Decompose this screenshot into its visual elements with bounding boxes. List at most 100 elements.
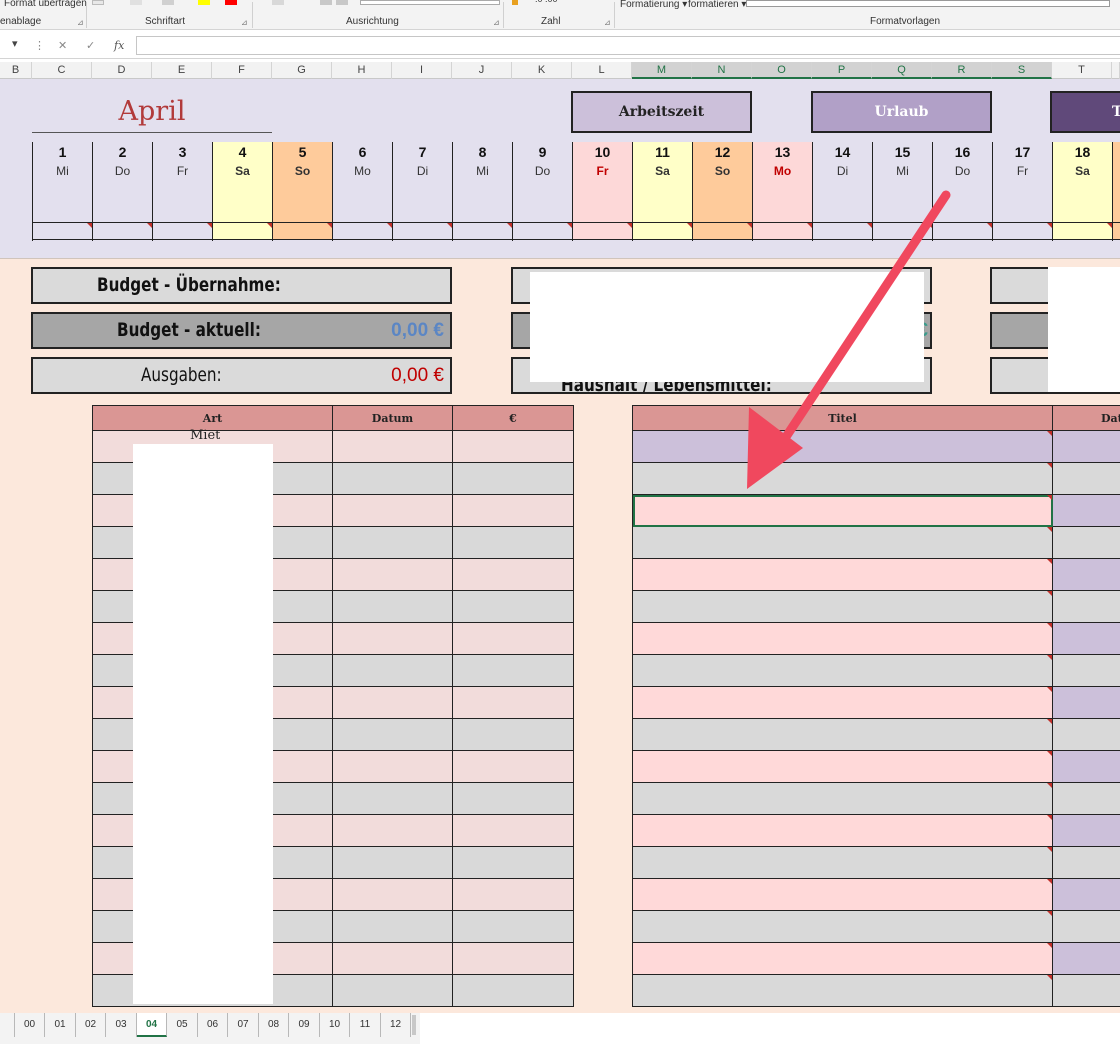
column-header[interactable]: J (452, 62, 512, 79)
name-box-dropdown-icon[interactable]: ▾ (12, 37, 18, 50)
day-column[interactable]: 4 Sa (212, 142, 272, 241)
day-entry-cell[interactable] (813, 223, 872, 240)
day-column[interactable]: 14 Di (812, 142, 872, 241)
day-entry-cell[interactable] (993, 223, 1052, 240)
day-column[interactable]: 15 Mi (872, 142, 932, 241)
amount-cell[interactable] (452, 974, 574, 1007)
day-entry-cell[interactable] (693, 223, 752, 240)
day-column[interactable]: 3 Fr (152, 142, 212, 241)
day-column[interactable]: 9 Do (512, 142, 572, 241)
legend-urlaub[interactable]: Urlaub (811, 91, 992, 133)
decimal-icon[interactable]: .0 .00 (535, 0, 558, 4)
title-cell[interactable] (632, 430, 1053, 463)
conditional-formatting-button[interactable]: Formatierung ▾ (620, 0, 687, 10)
column-header[interactable]: T (1052, 62, 1112, 79)
font-box[interactable] (92, 0, 104, 5)
date-cell[interactable] (1052, 462, 1120, 495)
day-entry-cell[interactable] (273, 223, 332, 240)
first-row-art[interactable]: Miet (190, 428, 220, 444)
day-entry-cell[interactable] (753, 223, 812, 240)
date-cell[interactable] (1052, 878, 1120, 911)
amount-cell[interactable] (452, 622, 574, 655)
column-header[interactable]: Q (872, 62, 932, 79)
launcher-icon[interactable]: ⊿ (604, 18, 611, 27)
date-cell[interactable] (332, 462, 453, 495)
date-cell[interactable] (332, 974, 453, 1007)
date-cell[interactable] (1052, 718, 1120, 751)
date-cell[interactable] (332, 750, 453, 783)
day-column[interactable]: 5 So (272, 142, 332, 241)
date-cell[interactable] (332, 718, 453, 751)
column-header[interactable]: G (272, 62, 332, 79)
day-column[interactable] (1112, 142, 1120, 241)
sheet-tab[interactable]: 08 (259, 1013, 289, 1037)
column-header[interactable]: I (392, 62, 452, 79)
launcher-icon[interactable]: ⊿ (77, 18, 84, 27)
title-cell[interactable] (632, 622, 1053, 655)
date-cell[interactable] (1052, 558, 1120, 591)
amount-cell[interactable] (452, 782, 574, 815)
day-entry-cell[interactable] (573, 223, 632, 240)
title-cell[interactable] (632, 782, 1053, 815)
column-header[interactable]: K (512, 62, 572, 79)
date-cell[interactable] (332, 590, 453, 623)
amount-cell[interactable] (452, 526, 574, 559)
date-cell[interactable] (1052, 814, 1120, 847)
date-cell[interactable] (332, 526, 453, 559)
column-header[interactable] (1112, 62, 1120, 79)
amount-cell[interactable] (452, 462, 574, 495)
amount-cell[interactable] (452, 814, 574, 847)
expenses-box[interactable]: Ausgaben: 0,00 € (31, 357, 452, 394)
date-cell[interactable] (332, 654, 453, 687)
day-column[interactable]: 18 Sa (1052, 142, 1112, 241)
title-cell[interactable] (632, 590, 1053, 623)
amount-cell[interactable] (452, 430, 574, 463)
cancel-icon[interactable]: ✕ (58, 39, 67, 52)
budget-current-box[interactable]: Budget - aktuell: 0,00 € (31, 312, 452, 349)
sheet-tab[interactable]: 01 (46, 1013, 76, 1037)
title-cell[interactable] (632, 558, 1053, 591)
launcher-icon[interactable]: ⊿ (241, 18, 248, 27)
fill-icon[interactable] (162, 0, 174, 5)
amount-cell[interactable] (452, 718, 574, 751)
day-column[interactable]: 12 So (692, 142, 752, 241)
amount-cell[interactable] (452, 846, 574, 879)
border-icon[interactable] (130, 0, 142, 5)
day-column[interactable]: 1 Mi (32, 142, 92, 241)
column-header[interactable]: M (632, 62, 692, 79)
title-cell[interactable] (632, 750, 1053, 783)
date-cell[interactable] (332, 910, 453, 943)
day-column[interactable]: 8 Mi (452, 142, 512, 241)
amount-cell[interactable] (452, 686, 574, 719)
date-cell[interactable] (332, 686, 453, 719)
date-cell[interactable] (1052, 846, 1120, 879)
title-cell[interactable] (632, 846, 1053, 879)
title-cell[interactable] (632, 814, 1053, 847)
sheet-tab[interactable]: 02 (76, 1013, 106, 1037)
title-cell[interactable] (632, 654, 1053, 687)
sheet-tab[interactable]: 05 (168, 1013, 198, 1037)
day-entry-cell[interactable] (333, 223, 392, 240)
confirm-icon[interactable]: ✓ (86, 39, 95, 52)
date-cell[interactable] (332, 430, 453, 463)
date-cell[interactable] (1052, 974, 1120, 1007)
align-icon[interactable] (272, 0, 284, 5)
sheet-tab[interactable]: 11 (351, 1013, 381, 1037)
amount-cell[interactable] (452, 654, 574, 687)
date-cell[interactable] (332, 942, 453, 975)
title-cell[interactable] (632, 494, 1053, 527)
day-entry-cell[interactable] (633, 223, 692, 240)
date-cell[interactable] (1052, 526, 1120, 559)
font-color-icon[interactable] (225, 0, 237, 5)
sheet-tab[interactable]: 12 (381, 1013, 411, 1037)
amount-cell[interactable] (452, 750, 574, 783)
amount-cell[interactable] (452, 590, 574, 623)
day-column[interactable]: 13 Mo (752, 142, 812, 241)
day-column[interactable]: 11 Sa (632, 142, 692, 241)
day-entry-cell[interactable] (933, 223, 992, 240)
currency-icon[interactable] (512, 0, 518, 5)
cell-styles-gallery[interactable] (746, 0, 1110, 7)
day-entry-cell[interactable] (453, 223, 512, 240)
amount-cell[interactable] (452, 942, 574, 975)
title-cell[interactable] (632, 942, 1053, 975)
